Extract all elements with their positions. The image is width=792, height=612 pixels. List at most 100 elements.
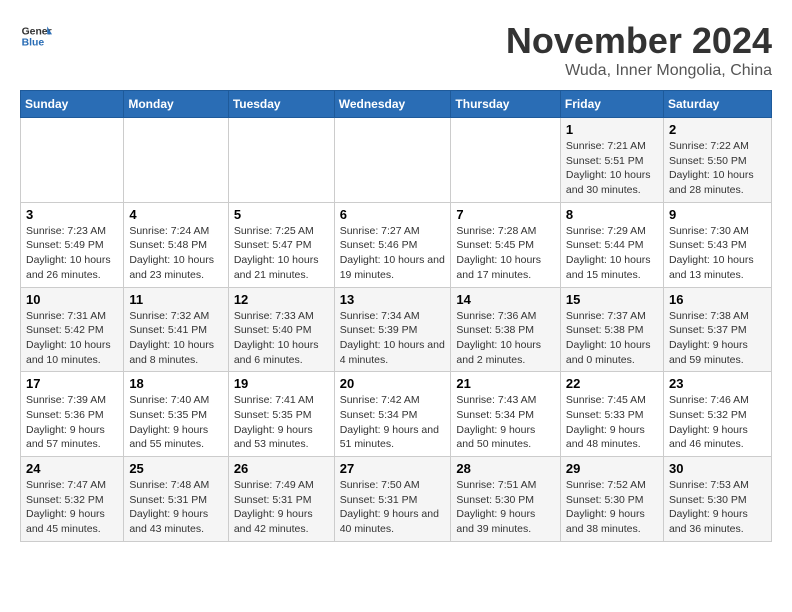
day-cell: 13 Sunrise: 7:34 AM Sunset: 5:39 PM Dayli… [334, 287, 451, 372]
day-cell: 5 Sunrise: 7:25 AM Sunset: 5:47 PM Daylig… [228, 202, 334, 287]
weekday-header-tuesday: Tuesday [228, 91, 334, 118]
calendar-table: SundayMondayTuesdayWednesdayThursdayFrid… [20, 90, 772, 542]
day-info: Sunrise: 7:29 AM Sunset: 5:44 PM Dayligh… [566, 224, 658, 283]
day-number: 7 [456, 207, 555, 222]
day-cell: 1 Sunrise: 7:21 AM Sunset: 5:51 PM Daylig… [560, 118, 663, 203]
day-cell: 15Sunrise: 7:37 AM Sunset: 5:38 PM Dayli… [560, 287, 663, 372]
day-number: 28 [456, 461, 555, 476]
day-number: 4 [129, 207, 222, 222]
day-cell: 7 Sunrise: 7:28 AM Sunset: 5:45 PM Daylig… [451, 202, 561, 287]
day-cell: 21 Sunrise: 7:43 AM Sunset: 5:34 PM Dayli… [451, 372, 561, 457]
day-info: Sunrise: 7:30 AM Sunset: 5:43 PM Dayligh… [669, 224, 766, 283]
day-info: Sunrise: 7:48 AM Sunset: 5:31 PM Dayligh… [129, 478, 222, 537]
header: General Blue November 2024 Wuda, Inner M… [20, 20, 772, 80]
day-info: Sunrise: 7:24 AM Sunset: 5:48 PM Dayligh… [129, 224, 222, 283]
week-row-2: 3Sunrise: 7:23 AM Sunset: 5:49 PM Daylig… [21, 202, 772, 287]
day-number: 16 [669, 292, 766, 307]
day-cell: 11 Sunrise: 7:32 AM Sunset: 5:41 PM Dayli… [124, 287, 228, 372]
day-number: 17 [26, 376, 118, 391]
day-number: 18 [129, 376, 222, 391]
day-info: Sunrise: 7:47 AM Sunset: 5:32 PM Dayligh… [26, 478, 118, 537]
day-number: 24 [26, 461, 118, 476]
day-info: Sunrise: 7:42 AM Sunset: 5:34 PM Dayligh… [340, 393, 446, 452]
day-cell [334, 118, 451, 203]
day-info: Sunrise: 7:51 AM Sunset: 5:30 PM Dayligh… [456, 478, 555, 537]
day-number: 5 [234, 207, 329, 222]
day-number: 11 [129, 292, 222, 307]
day-number: 23 [669, 376, 766, 391]
day-number: 9 [669, 207, 766, 222]
day-info: Sunrise: 7:32 AM Sunset: 5:41 PM Dayligh… [129, 309, 222, 368]
day-number: 1 [566, 122, 658, 137]
day-info: Sunrise: 7:41 AM Sunset: 5:35 PM Dayligh… [234, 393, 329, 452]
day-info: Sunrise: 7:36 AM Sunset: 5:38 PM Dayligh… [456, 309, 555, 368]
day-cell: 16 Sunrise: 7:38 AM Sunset: 5:37 PM Dayli… [663, 287, 771, 372]
week-row-1: 1 Sunrise: 7:21 AM Sunset: 5:51 PM Daylig… [21, 118, 772, 203]
location-title: Wuda, Inner Mongolia, China [506, 62, 772, 80]
day-number: 6 [340, 207, 446, 222]
day-cell: 28 Sunrise: 7:51 AM Sunset: 5:30 PM Dayli… [451, 457, 561, 542]
day-cell: 10 Sunrise: 7:31 AM Sunset: 5:42 PM Dayli… [21, 287, 124, 372]
day-info: Sunrise: 7:28 AM Sunset: 5:45 PM Dayligh… [456, 224, 555, 283]
day-number: 14 [456, 292, 555, 307]
svg-text:Blue: Blue [22, 38, 45, 49]
day-cell [451, 118, 561, 203]
week-row-4: 17 Sunrise: 7:39 AM Sunset: 5:36 PM Dayli… [21, 372, 772, 457]
weekday-header-sunday: Sunday [21, 91, 124, 118]
day-cell: 27Sunrise: 7:50 AM Sunset: 5:31 PM Dayli… [334, 457, 451, 542]
week-row-3: 10 Sunrise: 7:31 AM Sunset: 5:42 PM Dayli… [21, 287, 772, 372]
weekday-header-thursday: Thursday [451, 91, 561, 118]
day-cell: 14 Sunrise: 7:36 AM Sunset: 5:38 PM Dayli… [451, 287, 561, 372]
day-cell: 22 Sunrise: 7:45 AM Sunset: 5:33 PM Dayli… [560, 372, 663, 457]
weekday-header-friday: Friday [560, 91, 663, 118]
day-info: Sunrise: 7:49 AM Sunset: 5:31 PM Dayligh… [234, 478, 329, 537]
day-info: Sunrise: 7:46 AM Sunset: 5:32 PM Dayligh… [669, 393, 766, 452]
day-cell: 8 Sunrise: 7:29 AM Sunset: 5:44 PM Daylig… [560, 202, 663, 287]
day-info: Sunrise: 7:21 AM Sunset: 5:51 PM Dayligh… [566, 139, 658, 198]
weekday-header-monday: Monday [124, 91, 228, 118]
month-title: November 2024 [506, 20, 772, 62]
day-number: 10 [26, 292, 118, 307]
title-area: November 2024 Wuda, Inner Mongolia, Chin… [506, 20, 772, 80]
day-info: Sunrise: 7:39 AM Sunset: 5:36 PM Dayligh… [26, 393, 118, 452]
weekday-header-wednesday: Wednesday [334, 91, 451, 118]
day-number: 8 [566, 207, 658, 222]
day-info: Sunrise: 7:50 AM Sunset: 5:31 PM Dayligh… [340, 478, 446, 537]
day-number: 25 [129, 461, 222, 476]
day-cell: 17 Sunrise: 7:39 AM Sunset: 5:36 PM Dayli… [21, 372, 124, 457]
day-info: Sunrise: 7:40 AM Sunset: 5:35 PM Dayligh… [129, 393, 222, 452]
day-cell: 4 Sunrise: 7:24 AM Sunset: 5:48 PM Daylig… [124, 202, 228, 287]
day-info: Sunrise: 7:25 AM Sunset: 5:47 PM Dayligh… [234, 224, 329, 283]
day-cell: 30Sunrise: 7:53 AM Sunset: 5:30 PM Dayli… [663, 457, 771, 542]
day-cell: 2Sunrise: 7:22 AM Sunset: 5:50 PM Daylig… [663, 118, 771, 203]
day-cell: 6 Sunrise: 7:27 AM Sunset: 5:46 PM Daylig… [334, 202, 451, 287]
day-info: Sunrise: 7:38 AM Sunset: 5:37 PM Dayligh… [669, 309, 766, 368]
day-cell: 26 Sunrise: 7:49 AM Sunset: 5:31 PM Dayli… [228, 457, 334, 542]
week-row-5: 24 Sunrise: 7:47 AM Sunset: 5:32 PM Dayli… [21, 457, 772, 542]
day-info: Sunrise: 7:53 AM Sunset: 5:30 PM Dayligh… [669, 478, 766, 537]
day-cell: 3Sunrise: 7:23 AM Sunset: 5:49 PM Daylig… [21, 202, 124, 287]
logo: General Blue [20, 20, 52, 52]
day-number: 13 [340, 292, 446, 307]
day-info: Sunrise: 7:31 AM Sunset: 5:42 PM Dayligh… [26, 309, 118, 368]
day-number: 29 [566, 461, 658, 476]
day-cell: 12Sunrise: 7:33 AM Sunset: 5:40 PM Dayli… [228, 287, 334, 372]
day-info: Sunrise: 7:22 AM Sunset: 5:50 PM Dayligh… [669, 139, 766, 198]
day-info: Sunrise: 7:27 AM Sunset: 5:46 PM Dayligh… [340, 224, 446, 283]
day-info: Sunrise: 7:52 AM Sunset: 5:30 PM Dayligh… [566, 478, 658, 537]
day-info: Sunrise: 7:43 AM Sunset: 5:34 PM Dayligh… [456, 393, 555, 452]
day-number: 21 [456, 376, 555, 391]
day-number: 26 [234, 461, 329, 476]
day-cell [21, 118, 124, 203]
day-cell: 9 Sunrise: 7:30 AM Sunset: 5:43 PM Daylig… [663, 202, 771, 287]
day-cell: 23 Sunrise: 7:46 AM Sunset: 5:32 PM Dayli… [663, 372, 771, 457]
day-cell [228, 118, 334, 203]
day-info: Sunrise: 7:23 AM Sunset: 5:49 PM Dayligh… [26, 224, 118, 283]
day-info: Sunrise: 7:45 AM Sunset: 5:33 PM Dayligh… [566, 393, 658, 452]
day-cell: 20Sunrise: 7:42 AM Sunset: 5:34 PM Dayli… [334, 372, 451, 457]
day-cell: 24 Sunrise: 7:47 AM Sunset: 5:32 PM Dayli… [21, 457, 124, 542]
day-number: 22 [566, 376, 658, 391]
day-cell [124, 118, 228, 203]
day-number: 12 [234, 292, 329, 307]
day-info: Sunrise: 7:34 AM Sunset: 5:39 PM Dayligh… [340, 309, 446, 368]
